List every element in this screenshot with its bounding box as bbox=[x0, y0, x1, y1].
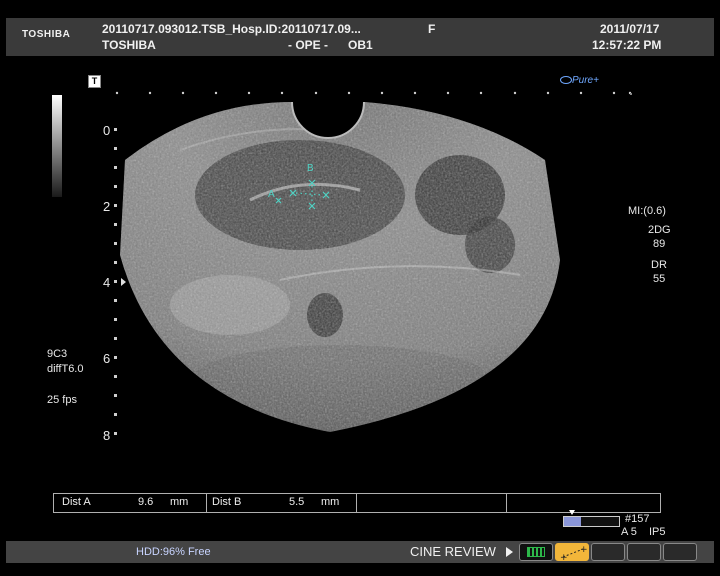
dynamic-range-value: 55 bbox=[653, 273, 666, 285]
pure-plus-logo: Pure+ bbox=[560, 75, 599, 86]
soft-key-button-4[interactable] bbox=[627, 543, 661, 561]
cine-progress-fill bbox=[564, 517, 581, 526]
svg-text:+: + bbox=[560, 553, 568, 561]
hdd-status: HDD:96% Free bbox=[136, 546, 211, 558]
top-dot-scale bbox=[115, 91, 632, 95]
cine-loop-button[interactable] bbox=[519, 543, 553, 561]
frame-rate: 25 fps bbox=[47, 394, 77, 406]
svg-text:+: + bbox=[580, 545, 588, 555]
focus-marker-icon bbox=[121, 278, 126, 286]
soft-key-button-3[interactable] bbox=[591, 543, 625, 561]
soft-key-button-5[interactable] bbox=[663, 543, 697, 561]
measurement-row-a: Dist A 9.6 mm bbox=[54, 494, 207, 512]
measurement-unit: mm bbox=[170, 496, 189, 508]
dynamic-range-label: DR bbox=[651, 259, 667, 271]
caliper-label-b: B bbox=[307, 163, 314, 174]
measurement-value: 5.5 bbox=[289, 496, 305, 508]
pure-plus-icon bbox=[560, 76, 572, 85]
depth-label-2: 2 bbox=[103, 199, 111, 214]
cine-subline: A 5 bbox=[621, 526, 637, 538]
cine-progress-bar[interactable] bbox=[563, 516, 620, 527]
play-icon[interactable] bbox=[506, 547, 513, 557]
caliper-tool-button[interactable]: + + bbox=[555, 543, 589, 561]
mechanical-index: MI:(0.6) bbox=[628, 205, 666, 217]
measurement-empty-cell bbox=[356, 494, 507, 512]
measurement-value: 9.6 bbox=[138, 496, 154, 508]
gain-value: 89 bbox=[653, 238, 666, 250]
caliper-line-icon: + + bbox=[560, 545, 588, 561]
depth-label-8: 8 bbox=[103, 428, 111, 443]
depth-label-0: 0 bbox=[103, 123, 111, 138]
status-bar: HDD:96% Free CINE REVIEW + + bbox=[6, 541, 714, 563]
depth-label-6: 6 bbox=[103, 351, 111, 366]
grayscale-bar bbox=[52, 95, 62, 197]
cine-marker-icon bbox=[569, 510, 575, 515]
measurement-unit: mm bbox=[321, 496, 340, 508]
mode-label: 2DG bbox=[648, 224, 671, 236]
image-processing-label: IP5 bbox=[649, 526, 666, 538]
caliper-label-a: A bbox=[268, 189, 275, 200]
ultrasound-image bbox=[120, 102, 560, 432]
cine-review-label: CINE REVIEW bbox=[410, 544, 496, 559]
probe-name: 9C3 bbox=[47, 348, 68, 360]
depth-ticks bbox=[114, 128, 117, 435]
cine-frame-number: #157 bbox=[625, 513, 650, 525]
measurement-label: Dist B bbox=[212, 496, 242, 508]
depth-label-4: 4 bbox=[103, 275, 111, 290]
preset-name: diffT6.0 bbox=[47, 363, 84, 375]
film-strip-icon bbox=[527, 547, 545, 557]
measurement-row-b: Dist B 5.5 mm bbox=[206, 494, 357, 512]
measurement-label: Dist A bbox=[62, 496, 91, 508]
measurement-empty-cell bbox=[506, 494, 660, 512]
